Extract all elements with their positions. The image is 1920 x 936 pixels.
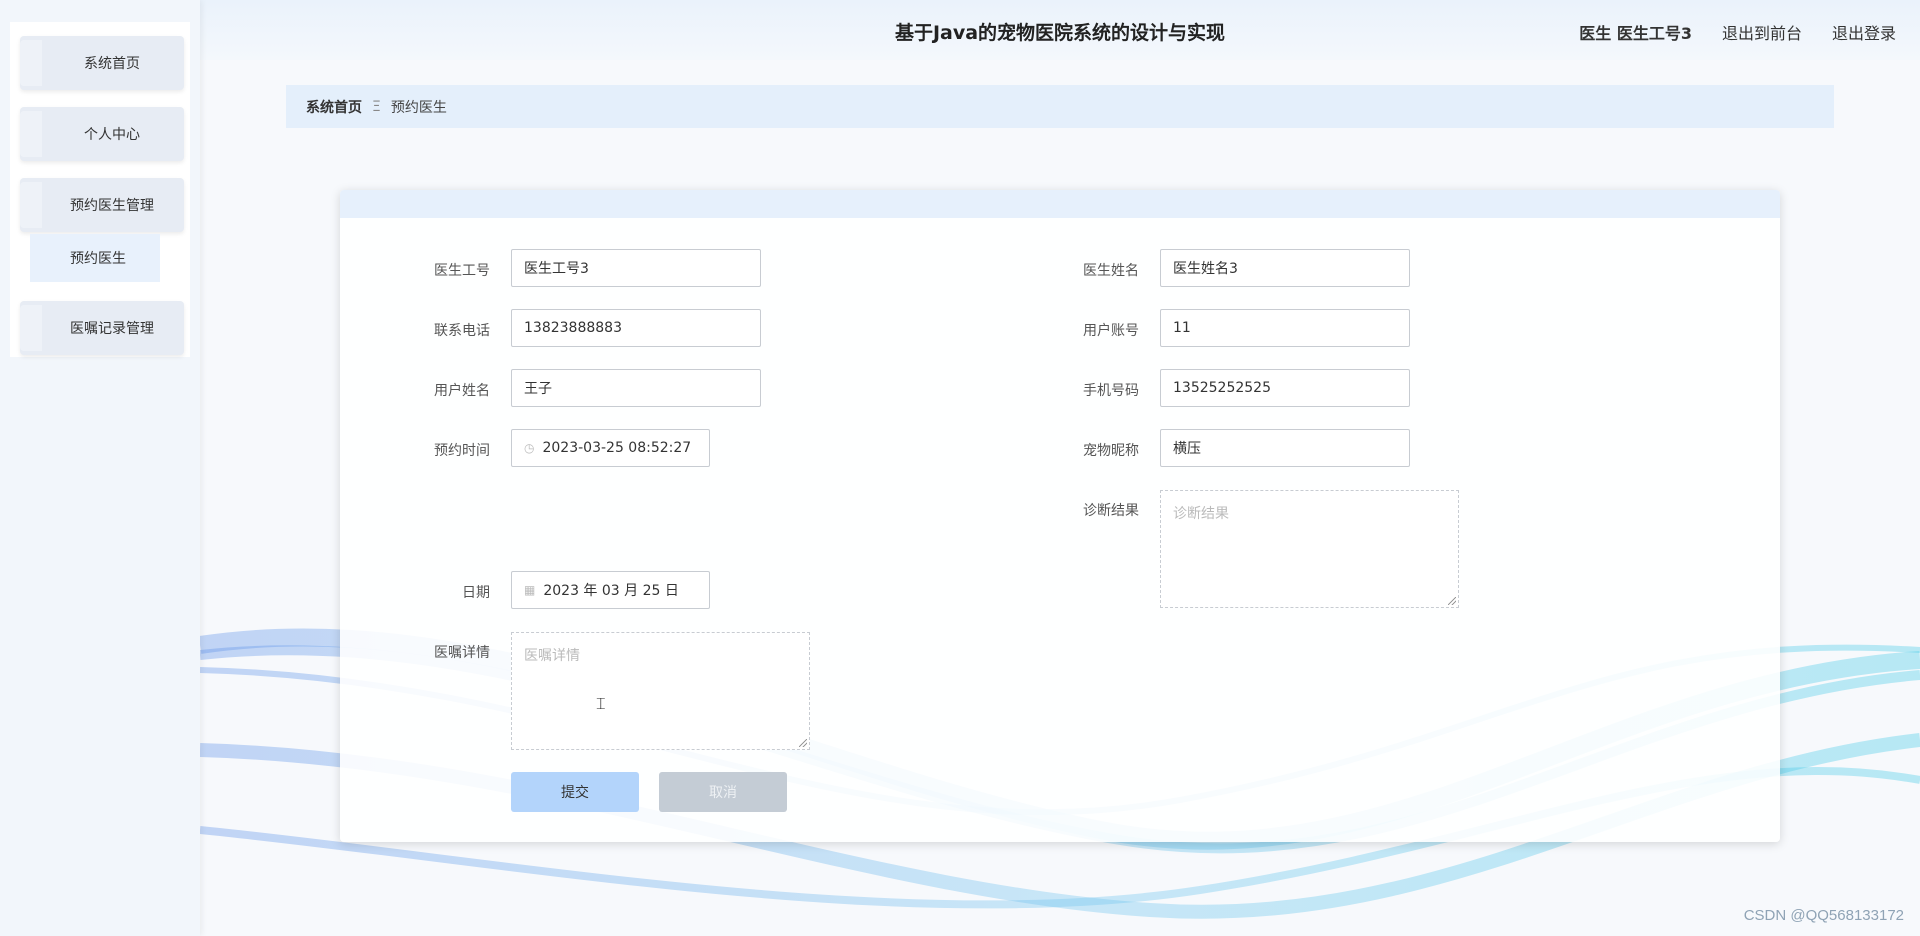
- advice-placeholder: 医嘱详情: [524, 648, 580, 664]
- diagnosis-textarea[interactable]: 诊断结果: [1160, 490, 1459, 608]
- pet-name-input[interactable]: 横压: [1160, 429, 1410, 467]
- cancel-button[interactable]: 取消: [659, 772, 787, 812]
- current-user-label: 医生 医生工号3: [1579, 24, 1692, 43]
- diagnosis-label: 诊断结果: [1083, 503, 1139, 519]
- doctor-no-label: 医生工号: [434, 263, 490, 279]
- doctor-name-input[interactable]: 医生姓名3: [1160, 249, 1410, 287]
- watermark: CSDN @QQ568133172: [1743, 907, 1904, 924]
- sidebar-item-accent: [20, 182, 42, 228]
- back-to-front-link[interactable]: 退出到前台: [1722, 20, 1802, 44]
- logout-link[interactable]: 退出登录: [1832, 20, 1896, 44]
- breadcrumb: 系统首页 Ξ 预约医生: [286, 85, 1834, 128]
- resize-handle-icon[interactable]: [799, 739, 807, 747]
- account-label: 用户账号: [1083, 323, 1139, 339]
- date-picker[interactable]: ▦ 2023 年 03 月 25 日: [511, 571, 710, 609]
- mobile-label: 手机号码: [1083, 383, 1139, 399]
- diagnosis-placeholder: 诊断结果: [1173, 506, 1229, 522]
- card-header-strip: [340, 190, 1780, 218]
- doctor-no-input[interactable]: 医生工号3: [511, 249, 761, 287]
- calendar-icon: ▦: [524, 583, 536, 597]
- sidebar-item-label: 个人中心: [84, 127, 140, 143]
- submit-button[interactable]: 提交: [511, 772, 639, 812]
- text-cursor-icon: ⌶: [596, 694, 606, 713]
- user-name-input[interactable]: 王子: [511, 369, 761, 407]
- phone-input[interactable]: 13823888883: [511, 309, 761, 347]
- pet-name-label: 宠物昵称: [1083, 443, 1139, 459]
- doctor-name-label: 医生姓名: [1083, 263, 1139, 279]
- appointment-form-card: 医生工号 医生工号3 联系电话 13823888883 用户姓名 王子 预约时间…: [340, 190, 1780, 842]
- sidebar-item-label: 预约医生管理: [70, 198, 154, 214]
- sidebar-item-label: 系统首页: [84, 56, 140, 72]
- clock-icon: ◷: [524, 441, 535, 455]
- appt-time-label: 预约时间: [434, 443, 490, 459]
- sidebar-item-home[interactable]: 系统首页: [20, 36, 184, 90]
- phone-label: 联系电话: [434, 323, 490, 339]
- sidebar-item-profile[interactable]: 个人中心: [20, 107, 184, 161]
- sidebar-subitem-appointment[interactable]: 预约医生: [30, 234, 160, 282]
- sidebar-item-label: 医嘱记录管理: [70, 321, 154, 337]
- resize-handle-icon[interactable]: [1448, 597, 1456, 605]
- sidebar-item-accent: [20, 111, 42, 157]
- advice-label: 医嘱详情: [434, 645, 490, 661]
- top-header: 基于Java的宠物医院系统的设计与实现 医生 医生工号3 退出到前台 退出登录: [200, 0, 1920, 60]
- breadcrumb-current: 预约医生: [390, 99, 447, 116]
- advice-textarea[interactable]: 医嘱详情: [511, 632, 810, 750]
- sidebar: 系统首页 个人中心 预约医生管理 预约医生 医嘱记录管理: [0, 0, 200, 936]
- breadcrumb-home[interactable]: 系统首页: [306, 97, 362, 117]
- sidebar-item-accent: [20, 305, 42, 351]
- appt-time-value: 2023-03-25 08:52:27: [542, 440, 692, 456]
- app-root: 基于Java的宠物医院系统的设计与实现 医生 医生工号3 退出到前台 退出登录 …: [0, 0, 1920, 936]
- date-label: 日期: [462, 585, 490, 601]
- header-actions: 医生 医生工号3 退出到前台 退出登录: [1579, 20, 1896, 44]
- sidebar-item-accent: [20, 40, 42, 86]
- sidebar-item-advice-records[interactable]: 医嘱记录管理: [20, 301, 184, 355]
- date-value: 2023 年 03 月 25 日: [543, 583, 679, 599]
- sidebar-item-appointment-management[interactable]: 预约医生管理: [20, 178, 184, 232]
- user-name-label: 用户姓名: [434, 383, 490, 399]
- account-input[interactable]: 11: [1160, 309, 1410, 347]
- appt-time-picker[interactable]: ◷ 2023-03-25 08:52:27: [511, 429, 710, 467]
- mobile-input[interactable]: 13525252525: [1160, 369, 1410, 407]
- breadcrumb-separator: Ξ: [372, 98, 381, 115]
